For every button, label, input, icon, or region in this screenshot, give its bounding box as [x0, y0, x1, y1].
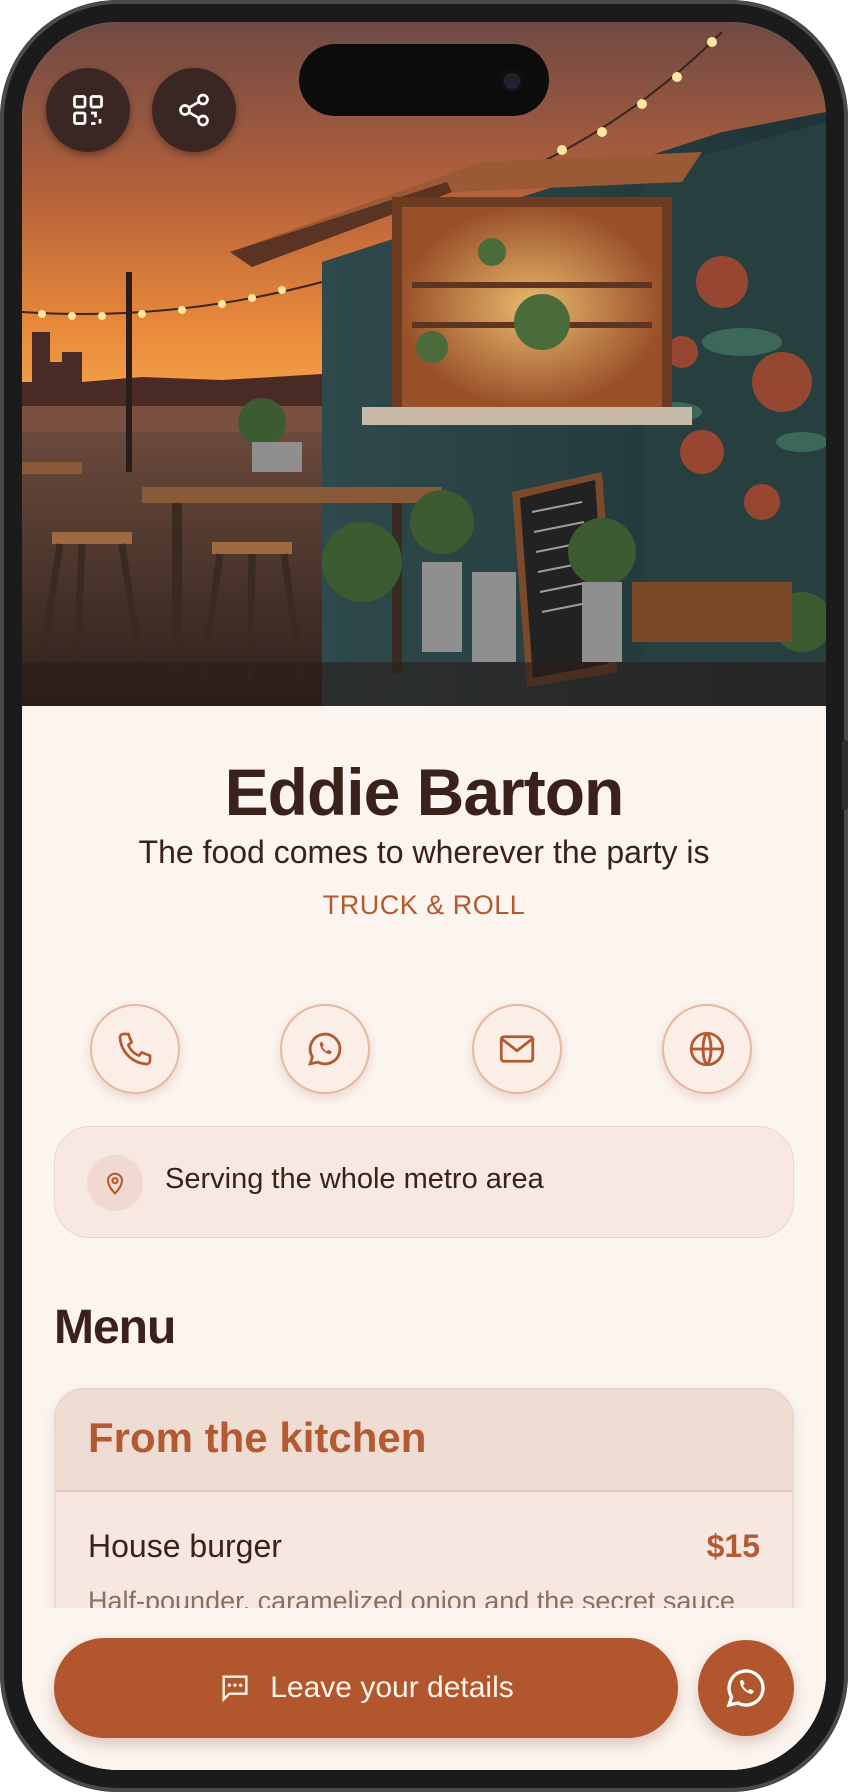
- location-text: Serving the whole metro area: [165, 1163, 544, 1195]
- location-card[interactable]: Serving the whole metro area: [54, 1126, 794, 1238]
- whatsapp-floating-button[interactable]: [698, 1640, 794, 1736]
- share-button[interactable]: [152, 68, 236, 152]
- whatsapp-icon: [308, 1032, 342, 1066]
- phone-icon: [118, 1032, 152, 1066]
- email-button[interactable]: [472, 1004, 562, 1094]
- screen: Eddie Barton The food comes to wherever …: [22, 22, 826, 1770]
- menu-section-header[interactable]: From the kitchen: [56, 1390, 792, 1492]
- menu-section-title: From the kitchen: [88, 1414, 427, 1461]
- map-pin-icon: [87, 1155, 143, 1211]
- mail-icon: [499, 1035, 535, 1063]
- menu-item-name: House burger: [88, 1528, 282, 1564]
- camera: [501, 70, 523, 92]
- menu-item-price: $15: [706, 1528, 760, 1564]
- hero-image: [22, 22, 826, 706]
- dynamic-island: [299, 44, 549, 116]
- side-button: [842, 740, 848, 810]
- profile-name: Eddie Barton: [224, 755, 625, 829]
- website-button[interactable]: [662, 1004, 752, 1094]
- profile-tagline: The food comes to wherever the party is: [138, 834, 710, 870]
- menu-title: Menu: [54, 1301, 176, 1354]
- leave-details-button[interactable]: Leave your details: [54, 1638, 678, 1738]
- globe-icon: [689, 1031, 725, 1067]
- company-name: TRUCK & ROLL: [322, 890, 526, 920]
- whatsapp-button[interactable]: [280, 1004, 370, 1094]
- qr-code-button[interactable]: [46, 68, 130, 152]
- qr-code-icon: [73, 95, 103, 125]
- share-icon: [179, 93, 209, 127]
- leave-details-label: Leave your details: [270, 1671, 514, 1704]
- call-button[interactable]: [90, 1004, 180, 1094]
- whatsapp-icon: [726, 1669, 765, 1708]
- message-icon: [222, 1675, 248, 1703]
- phone-frame: Eddie Barton The food comes to wherever …: [0, 0, 848, 1792]
